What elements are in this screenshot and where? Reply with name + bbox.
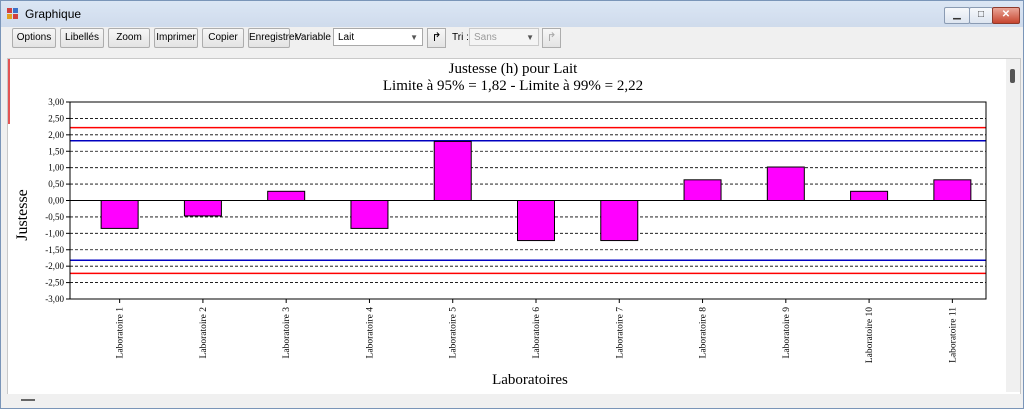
bar [933,179,972,202]
x-tick-label: Laboratoire 3 [282,307,292,359]
x-tick-label: Laboratoire 2 [199,307,209,359]
x-tick-label: Laboratoire 1 [116,307,126,359]
status-bar [1,394,1023,408]
chart-app-icon [7,8,19,20]
variable-value: Lait [338,32,355,43]
y-tick-label: 1,00 [48,163,64,173]
x-tick-label: Laboratoire 5 [449,307,459,359]
close-icon[interactable]: ✕ [992,7,1020,24]
bar [850,190,889,202]
variable-label: Variable : [295,32,337,43]
bar [100,200,139,229]
tri-label: Tri : [452,32,469,43]
tri-value: Sans [474,32,497,43]
bar [350,200,389,229]
y-tick-label: 2,50 [48,113,64,123]
y-tick-label: -1,00 [45,228,64,238]
y-tick-label: 0,50 [48,179,64,189]
x-tick-label: Laboratoire 11 [948,307,958,363]
bar [766,166,805,202]
x-axis-label: Laboratoires [492,372,568,388]
apply-variable-icon[interactable]: ↱ [427,28,446,48]
y-tick-label: 0,00 [48,196,64,206]
title-bar: Graphique ▁ □ ✕ [1,1,1023,27]
bar [600,200,639,242]
bar [683,179,722,202]
maximize-icon[interactable]: □ [969,7,993,24]
bar [433,140,472,201]
bar [183,200,222,217]
chevron-down-icon: ▼ [410,33,418,42]
y-tick-label: 1,50 [48,146,64,156]
scrollbar-thumb[interactable] [1010,69,1015,83]
y-tick-label: 2,00 [48,130,64,140]
y-tick-label: -3,00 [45,294,64,304]
bar [517,200,555,242]
vertical-scrollbar[interactable] [1006,59,1020,392]
x-tick-label: Laboratoire 8 [699,307,709,359]
x-tick-label: Laboratoire 7 [615,307,625,359]
chart-panel: Justesse (h) pour Lait Limite à 95% = 1,… [7,58,1021,395]
bar [267,190,306,202]
apply-sort-icon[interactable]: ↱ [542,28,561,48]
x-tick-label: Laboratoire 9 [782,307,792,359]
minimize-icon[interactable]: ▁ [944,7,970,24]
y-tick-label: -1,50 [45,245,64,255]
y-tick-label: -0,50 [45,212,64,222]
toolbar: Options Libellés Zoom Imprimer Copier En… [1,27,1023,53]
enregistrer-button[interactable]: Enregistrer [248,28,298,48]
options-button[interactable]: Options [12,28,56,48]
tri-select[interactable]: Sans ▼ [469,28,539,46]
copier-button[interactable]: Copier [202,28,244,48]
y-tick-label: -2,00 [45,261,64,271]
y-tick-label: 3,00 [48,97,64,107]
libelles-button[interactable]: Libellés [60,28,104,48]
x-tick-label: Laboratoire 10 [865,307,875,363]
zoom-button[interactable]: Zoom [108,28,150,48]
graphique-window: Graphique ▁ □ ✕ Options Libellés Zoom Im… [0,0,1024,409]
y-tick-label: -2,50 [45,278,64,288]
window-title: Graphique [25,7,82,21]
imprimer-button[interactable]: Imprimer [154,28,198,48]
bar-chart: -3,00 -2,50 -2,00 -1,50 -1,00 -0,50 0,00 0,50 1,… [45,97,987,363]
x-tick-label: Laboratoire 4 [365,307,375,359]
chevron-down-icon: ▼ [526,33,534,42]
variable-select[interactable]: Lait ▼ [333,28,423,46]
x-tick-label: Laboratoire 6 [532,307,542,359]
status-grip-icon [21,399,35,401]
